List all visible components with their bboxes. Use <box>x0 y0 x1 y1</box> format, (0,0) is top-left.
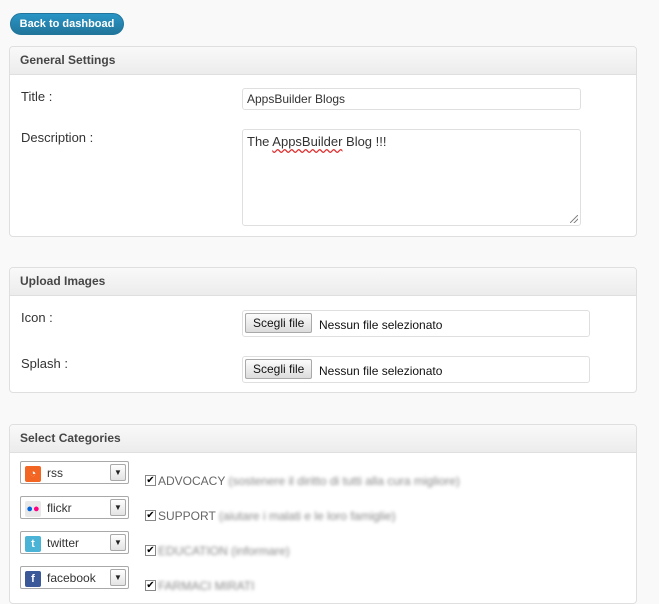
service-select-value: rss <box>47 466 63 480</box>
category-label: ADVOCACY (sostenere il diritto di tutti … <box>158 474 460 488</box>
category-checkbox[interactable]: ✔ <box>145 510 156 521</box>
description-suffix: Blog !!! <box>342 134 387 149</box>
splash-file-status: Nessun file selezionato <box>319 364 443 378</box>
service-select-value: facebook <box>47 571 96 585</box>
icon-label: Icon : <box>21 310 53 325</box>
title-input[interactable] <box>242 88 581 110</box>
category-label: SUPPORT (aiutare i malati e le loro fami… <box>158 509 396 523</box>
facebook-icon: f <box>25 571 41 587</box>
chevron-down-icon[interactable]: ▼ <box>110 569 126 586</box>
description-textarea[interactable]: The AppsBuilder Blog !!! <box>242 129 581 226</box>
flickr-icon: ●● <box>25 501 41 517</box>
service-select-value: flickr <box>47 501 72 515</box>
splash-file-input[interactable]: Scegli file Nessun file selezionato <box>242 356 590 383</box>
resize-grip-icon[interactable] <box>570 215 578 223</box>
service-select-value: twitter <box>47 536 80 550</box>
service-select-flickr[interactable]: ●● flickr ▼ <box>20 496 129 519</box>
category-checkbox[interactable]: ✔ <box>145 545 156 556</box>
icon-file-input[interactable]: Scegli file Nessun file selezionato <box>242 310 590 337</box>
select-categories-heading: Select Categories <box>10 425 636 453</box>
icon-choose-file-button[interactable]: Scegli file <box>245 313 313 333</box>
upload-images-heading: Upload Images <box>10 268 636 296</box>
category-label: EDUCATION (informare) <box>158 544 290 558</box>
service-select-rss[interactable]: ◔ rss ▼ <box>20 461 129 484</box>
general-settings-heading: General Settings <box>10 47 636 75</box>
icon-file-status: Nessun file selezionato <box>319 318 443 332</box>
twitter-icon: t <box>25 536 41 552</box>
category-checkbox[interactable]: ✔ <box>145 475 156 486</box>
general-settings-panel: General Settings Title : Description : T… <box>9 46 637 237</box>
rss-icon: ◔ <box>25 466 41 482</box>
chevron-down-icon[interactable]: ▼ <box>110 464 126 481</box>
upload-images-panel: Upload Images Icon : Scegli file Nessun … <box>9 267 637 393</box>
description-label: Description : <box>21 130 94 145</box>
title-label: Title : <box>21 89 53 104</box>
category-checkbox[interactable]: ✔ <box>145 580 156 591</box>
chevron-down-icon[interactable]: ▼ <box>110 534 126 551</box>
service-select-facebook[interactable]: f facebook ▼ <box>20 566 129 589</box>
chevron-down-icon[interactable]: ▼ <box>110 499 126 516</box>
splash-label: Splash : <box>21 356 68 371</box>
splash-choose-file-button[interactable]: Scegli file <box>245 359 313 379</box>
category-label: FARMACI MIRATI <box>158 579 255 593</box>
description-misspelled-word: AppsBuilder <box>272 134 343 149</box>
back-to-dashboard-button[interactable]: Back to dashboad <box>10 13 124 35</box>
description-prefix: The <box>247 134 273 149</box>
service-select-twitter[interactable]: t twitter ▼ <box>20 531 129 554</box>
